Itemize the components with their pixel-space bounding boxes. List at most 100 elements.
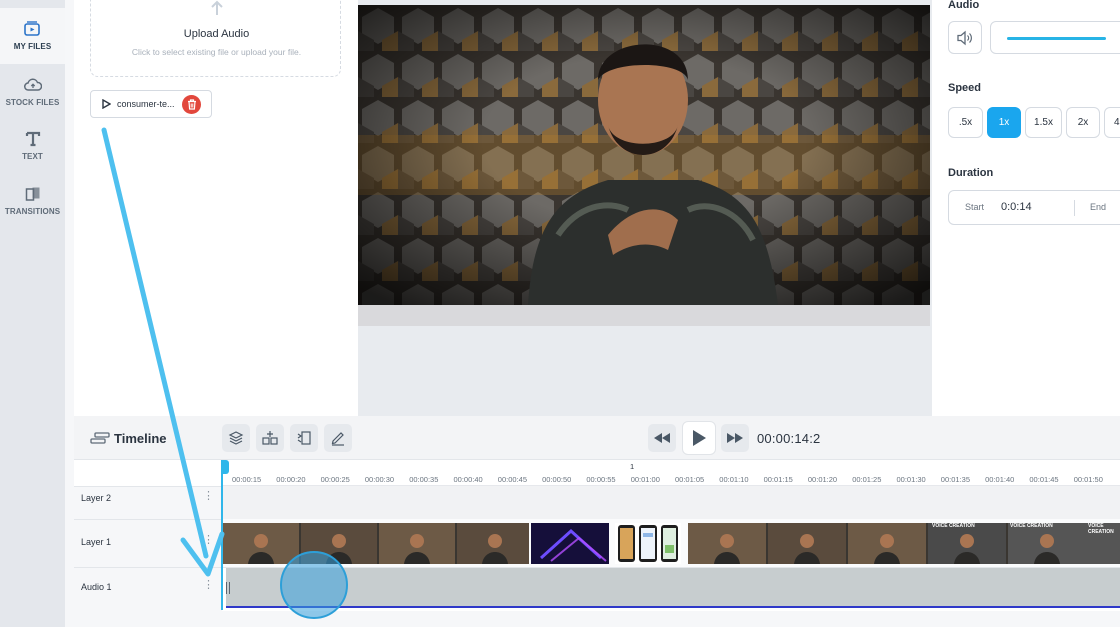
ruler-tick-label: 00:01:50: [1073, 475, 1103, 484]
minute-marker: 1: [630, 462, 635, 471]
sidebar-item-label: TRANSITIONS: [4, 207, 61, 216]
sidebar-item-label: MY FILES: [13, 42, 52, 51]
delete-file-button[interactable]: [182, 95, 201, 114]
phone-clip[interactable]: [615, 523, 681, 564]
upload-icon: [211, 0, 223, 15]
edit-button[interactable]: [324, 424, 352, 452]
ruler-tick-label: 00:00:20: [276, 475, 306, 484]
layer-2-track[interactable]: [222, 486, 1120, 519]
fast-forward-button[interactable]: [721, 424, 749, 452]
ruler-tick-label: 00:01:10: [719, 475, 749, 484]
ruler-tick-label: 00:01:35: [940, 475, 970, 484]
layer-1-label: Layer 1: [81, 537, 112, 547]
mute-button[interactable]: [948, 21, 982, 54]
text-t-icon: [24, 131, 42, 147]
speaker-icon: [957, 30, 972, 45]
playhead[interactable]: [221, 460, 223, 610]
sidebar-item-text[interactable]: TEXT: [0, 118, 65, 174]
clip-thumbnails: [618, 525, 678, 562]
left-sidebar: MY FILES STOCK FILES TEXT TRANSITIONS: [0, 0, 65, 627]
ruler-tick-label: 00:01:40: [985, 475, 1015, 484]
play-icon: [693, 430, 706, 446]
ruler-tick-label: 00:01:00: [630, 475, 660, 484]
divider: [1074, 200, 1075, 216]
ruler-tick-label: 00:00:15: [232, 475, 262, 484]
clip-thumbnails: [223, 523, 529, 564]
ruler-tick-label: 00:01:15: [763, 475, 793, 484]
speed-2x-button[interactable]: 2x: [1066, 107, 1100, 138]
transition-clip[interactable]: [531, 523, 609, 564]
timeline-title: Timeline: [114, 431, 167, 446]
click-indicator: [280, 551, 348, 619]
volume-slider[interactable]: [990, 21, 1120, 54]
clip-caption: VOICE CREATION: [1010, 523, 1053, 529]
audio-trim-handle[interactable]: [226, 582, 230, 594]
clip-thumbnails: [531, 523, 609, 564]
speed-1-5x-button[interactable]: 1.5x: [1025, 107, 1062, 138]
video-editor-app: MY FILES STOCK FILES TEXT TRANSITIONS Up…: [0, 0, 1120, 627]
video-clip[interactable]: VOICE CREATION VOICE CREATION VOICE CREA…: [688, 523, 1120, 564]
layer-labels: [74, 486, 222, 611]
clip-caption: VOICE CREATION: [1088, 523, 1114, 535]
volume-fill: [1007, 37, 1106, 40]
layers-icon: [228, 431, 244, 445]
ruler-tick-label: 00:00:45: [497, 475, 527, 484]
playhead-handle[interactable]: [221, 460, 229, 474]
duration-box: Start 0:0:14 End: [948, 190, 1120, 225]
sidebar-item-stock-files[interactable]: STOCK FILES: [0, 64, 65, 120]
ruler-tick-label: 00:01:05: [675, 475, 705, 484]
play-icon[interactable]: [102, 99, 111, 109]
ruler-tick-label: 00:00:30: [364, 475, 395, 484]
rewind-button[interactable]: [648, 424, 676, 452]
sidebar-item-label: TEXT: [22, 152, 43, 161]
ruler-tick-label: 00:01:20: [807, 475, 838, 484]
speed-1x-button[interactable]: 1x: [987, 107, 1021, 138]
audio-file-item[interactable]: consumer-te...: [90, 90, 212, 118]
speed-4x-button[interactable]: 4: [1104, 107, 1120, 138]
cloud-icon: [23, 77, 42, 93]
audio-track-clip[interactable]: [226, 568, 1120, 608]
sidebar-item-label: STOCK FILES: [5, 98, 60, 107]
layers-button[interactable]: [222, 424, 250, 452]
sidebar-item-my-files[interactable]: MY FILES: [0, 8, 65, 64]
start-label: Start: [965, 202, 985, 212]
fast-forward-icon: [727, 433, 743, 443]
audio-1-menu-icon[interactable]: ⋮: [203, 580, 214, 591]
duration-label: Duration: [948, 167, 994, 179]
video-clip[interactable]: [223, 523, 529, 564]
trim-icon: [297, 431, 311, 445]
layer-2-menu-icon[interactable]: ⋮: [203, 491, 214, 502]
timecode-display: 00:00:14:2: [757, 431, 821, 446]
audio-1-label: Audio 1: [81, 582, 112, 592]
speed-label: Speed: [948, 82, 982, 94]
file-name: consumer-te...: [117, 99, 175, 109]
upload-title: Upload Audio: [183, 28, 250, 40]
clip-thumbnails: [688, 523, 1120, 564]
speed-0-5x-button[interactable]: .5x: [948, 107, 983, 138]
ruler-tick-label: 00:01:25: [852, 475, 882, 484]
video-preview[interactable]: [358, 5, 930, 326]
clip-caption: VOICE CREATION: [932, 523, 975, 529]
audio-label: Audio: [948, 0, 980, 11]
sidebar-item-transitions[interactable]: TRANSITIONS: [0, 173, 65, 229]
upload-subtitle: Click to select existing file or upload …: [131, 47, 302, 57]
ruler-tick-label: 00:01:30: [896, 475, 926, 484]
layer-2-label: Layer 2: [81, 493, 112, 503]
pencil-icon: [331, 432, 344, 446]
video-frame-image: [358, 5, 930, 326]
end-label: End: [1090, 202, 1107, 212]
trim-button[interactable]: [290, 424, 318, 452]
split-icon: [262, 431, 278, 445]
video-file-icon: [23, 21, 42, 37]
trash-icon: [187, 99, 196, 110]
ruler-tick-label: 00:00:25: [320, 475, 350, 484]
transition-icon: [24, 186, 42, 202]
ruler-tick-label: 00:01:45: [1029, 475, 1059, 484]
ruler-tick-label: 00:00:40: [453, 475, 483, 484]
split-button[interactable]: [256, 424, 284, 452]
play-button[interactable]: [682, 421, 716, 455]
rewind-icon: [654, 433, 670, 443]
upload-audio-dropzone[interactable]: Upload Audio Click to select existing fi…: [90, 0, 341, 77]
layer-1-menu-icon[interactable]: ⋮: [203, 535, 214, 546]
start-time-input[interactable]: 0:0:14: [1001, 201, 1032, 213]
